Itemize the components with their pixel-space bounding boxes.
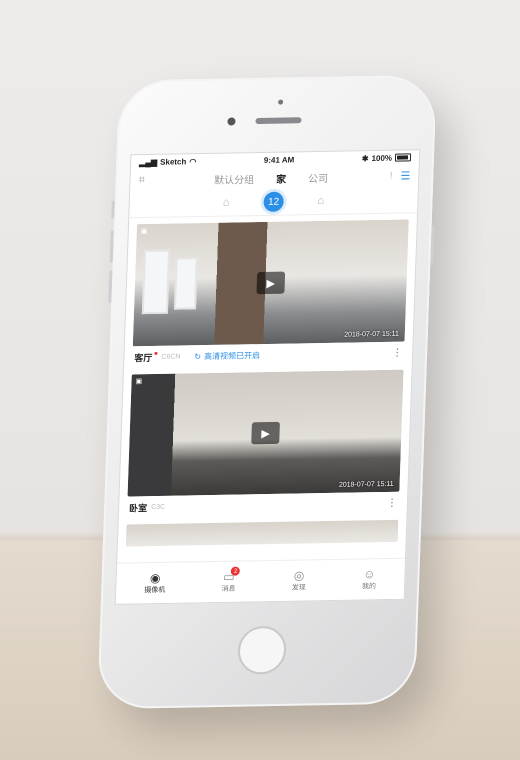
- message-badge: 2: [231, 566, 241, 576]
- tab-message[interactable]: ▭ 2 消息: [221, 566, 241, 594]
- camera-card-third: [125, 519, 399, 547]
- camera-status-label: 高清视频已开启: [203, 350, 261, 361]
- more-options-icon[interactable]: ⋮: [387, 497, 397, 508]
- more-indicator[interactable]: !: [390, 170, 393, 181]
- camera-indicator-icon: ▣: [135, 378, 143, 386]
- preview-window: [141, 249, 171, 315]
- camera-icon: ◉: [149, 570, 161, 586]
- tab-camera[interactable]: ◉ 摄像机: [144, 571, 166, 595]
- mute-switch: [111, 200, 115, 219]
- wifi-icon: ◠: [189, 156, 197, 166]
- front-camera: [227, 117, 236, 126]
- group-tabs: 默认分组 家 公司: [152, 168, 390, 187]
- battery-icon: [394, 153, 412, 162]
- iphone-device: ▂▄▆ Sketch ◠ 9:41 AM ✱ 100% ⌗ 默认分组 家 公司 …: [97, 74, 437, 710]
- preview-timestamp: 2018-07-07 15:11: [338, 480, 394, 489]
- camera-preview-third[interactable]: [125, 519, 399, 547]
- camera-name: 卧室: [128, 502, 148, 513]
- play-button[interactable]: ▶: [256, 271, 286, 295]
- room-icon-left[interactable]: ⌂: [223, 197, 230, 209]
- camera-status: ↻ 高清视频已开启: [194, 350, 260, 362]
- volume-down-button: [108, 270, 113, 303]
- home-button[interactable]: [237, 625, 287, 675]
- tab-label: 发现: [291, 584, 306, 592]
- tab-profile[interactable]: ☺ 我的: [362, 567, 377, 591]
- more-options-icon[interactable]: ⋮: [392, 347, 402, 358]
- tab-label: 我的: [361, 583, 377, 591]
- tab-discover[interactable]: ◎ 发现: [292, 568, 307, 592]
- tab-label: 消息: [221, 585, 236, 593]
- proximity-sensor: [278, 99, 284, 105]
- room-icon-right[interactable]: ⌂: [317, 195, 324, 207]
- refresh-icon: ↻: [194, 351, 202, 361]
- camera-name: 客厅: [134, 352, 153, 363]
- camera-card-living-room: ▣ ▶ 2018-07-07 15:11 客厅 C6CN ↻ 高清视频已开启 ⋮: [132, 219, 409, 368]
- tab-home[interactable]: 家: [276, 170, 287, 185]
- power-button: [430, 224, 435, 266]
- preview-timestamp: 2018-07-07 15:11: [344, 330, 399, 339]
- camera-feed-list: ▣ ▶ 2018-07-07 15:11 客厅 C6CN ↻ 高清视频已开启 ⋮: [118, 213, 417, 547]
- camera-preview-bedroom[interactable]: ▣ ▶ 2018-07-07 15:11: [127, 369, 404, 497]
- list-view-icon[interactable]: ☰: [400, 169, 410, 182]
- alert-dot: [154, 351, 158, 355]
- tab-label: 摄像机: [144, 586, 166, 595]
- preview-window: [173, 257, 198, 310]
- camera-model: C3C: [151, 503, 166, 511]
- tab-company[interactable]: 公司: [308, 169, 329, 184]
- profile-icon: ☺: [363, 567, 376, 582]
- volume-up-button: [109, 230, 114, 263]
- bottom-tab-bar: ◉ 摄像机 ▭ 2 消息 ◎ 发现 ☺ 我的: [115, 557, 406, 604]
- camera-model: C6CN: [161, 352, 181, 361]
- camera-preview-living-room[interactable]: ▣ ▶ 2018-07-07 15:11: [132, 219, 409, 347]
- earpiece-speaker: [255, 117, 302, 125]
- camera-card-bedroom: ▣ ▶ 2018-07-07 15:11 卧室 C3C ⋮: [127, 369, 404, 519]
- scan-icon[interactable]: ⌗: [138, 173, 152, 186]
- battery-percent: 100%: [371, 153, 393, 163]
- discover-icon: ◎: [293, 568, 305, 583]
- app-screen: ▂▄▆ Sketch ◠ 9:41 AM ✱ 100% ⌗ 默认分组 家 公司 …: [114, 149, 421, 605]
- bluetooth-icon: ✱: [361, 153, 369, 163]
- carrier-label: Sketch: [159, 156, 187, 167]
- status-time: 9:41 AM: [263, 154, 295, 165]
- tab-default-group[interactable]: 默认分组: [214, 171, 254, 187]
- signal-icon: ▂▄▆: [139, 157, 158, 167]
- room-switcher: ⌂ 12 ⌂: [129, 186, 418, 219]
- room-icon-active[interactable]: 12: [263, 191, 284, 212]
- play-button[interactable]: ▶: [251, 421, 280, 445]
- camera-indicator-icon: ▣: [140, 227, 148, 236]
